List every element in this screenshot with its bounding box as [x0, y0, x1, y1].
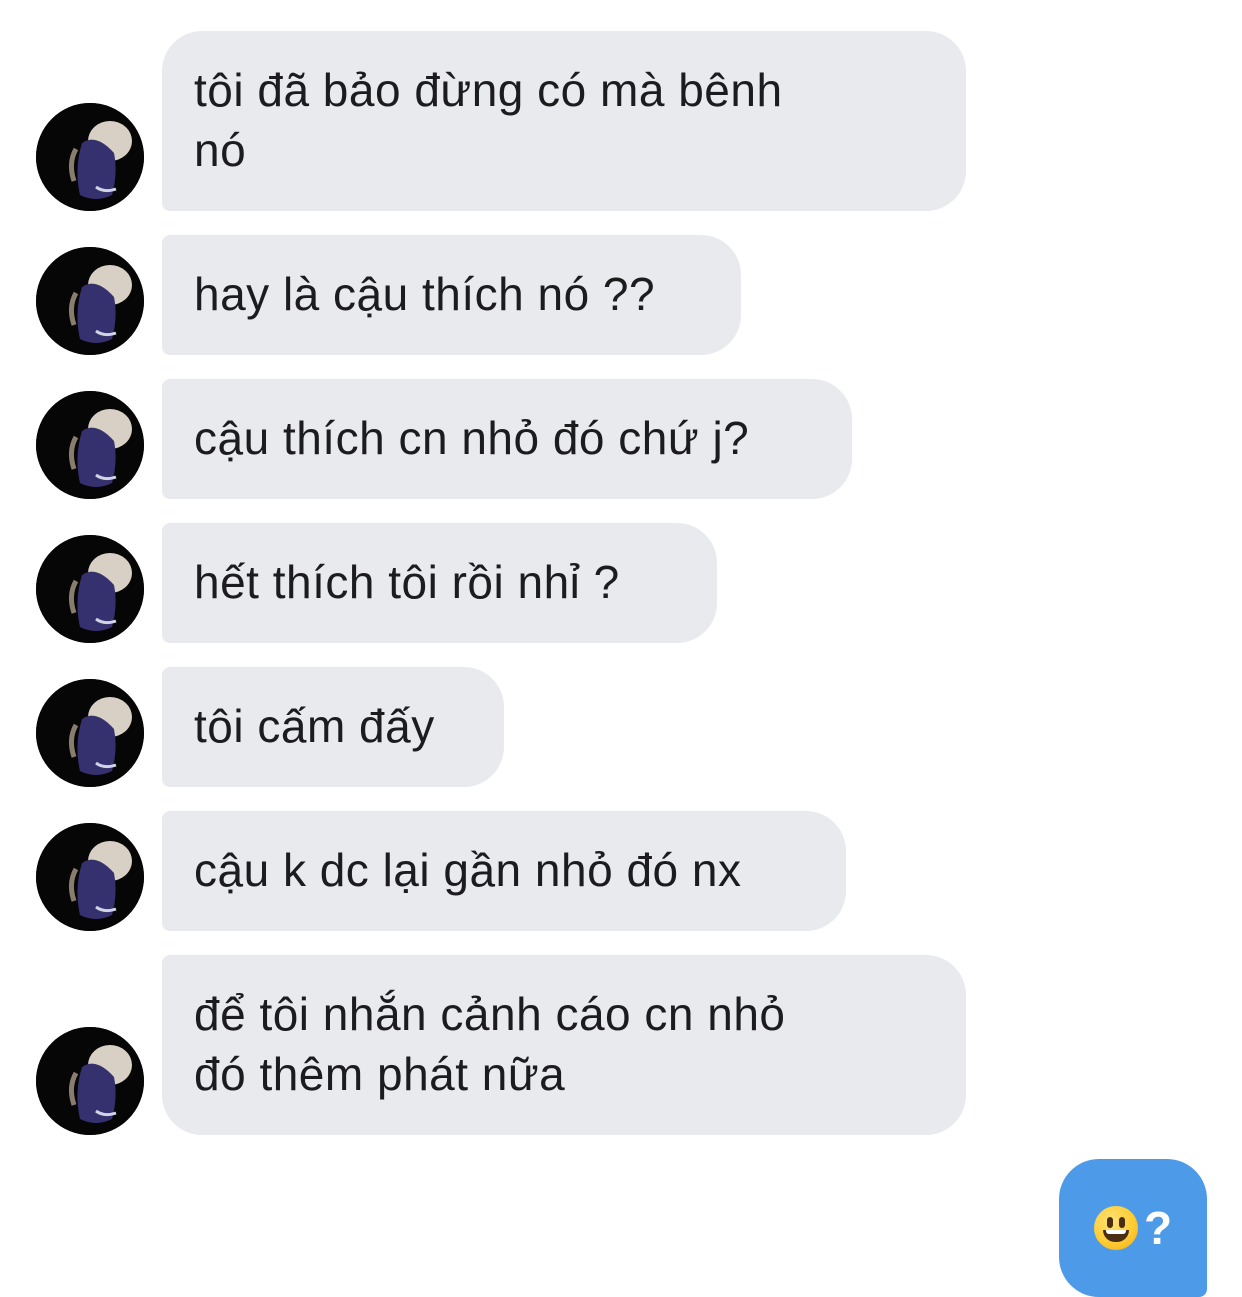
- incoming-message[interactable]: tôi cấm đấy: [162, 667, 504, 787]
- contact-avatar[interactable]: [36, 391, 144, 499]
- incoming-message[interactable]: hay là cậu thích nó ??: [162, 235, 741, 355]
- incoming-message[interactable]: để tôi nhắn cảnh cáo cn nhỏ đó thêm phát…: [162, 955, 966, 1135]
- avatar-photo: [36, 247, 144, 355]
- incoming-message[interactable]: hết thích tôi rồi nhỉ ?: [162, 523, 717, 643]
- avatar-photo: [36, 679, 144, 787]
- avatar-photo: [36, 535, 144, 643]
- contact-avatar[interactable]: [36, 103, 144, 211]
- avatar-photo: [36, 823, 144, 931]
- avatar-photo: [36, 391, 144, 499]
- incoming-message[interactable]: tôi đã bảo đừng có mà bênh nó: [162, 31, 966, 211]
- contact-avatar[interactable]: [36, 535, 144, 643]
- avatar-photo: [36, 103, 144, 211]
- smiley-emoji-icon: [1093, 1206, 1138, 1250]
- contact-avatar[interactable]: [36, 247, 144, 355]
- contact-avatar[interactable]: [36, 679, 144, 787]
- outgoing-message-text: ?: [1143, 1202, 1173, 1254]
- contact-avatar[interactable]: [36, 823, 144, 931]
- contact-avatar[interactable]: [36, 1027, 144, 1135]
- incoming-message[interactable]: cậu k dc lại gần nhỏ đó nx: [162, 811, 846, 931]
- avatar-photo: [36, 1027, 144, 1135]
- incoming-message[interactable]: cậu thích cn nhỏ đó chứ j?: [162, 379, 852, 499]
- outgoing-message[interactable]: ?: [1059, 1159, 1207, 1297]
